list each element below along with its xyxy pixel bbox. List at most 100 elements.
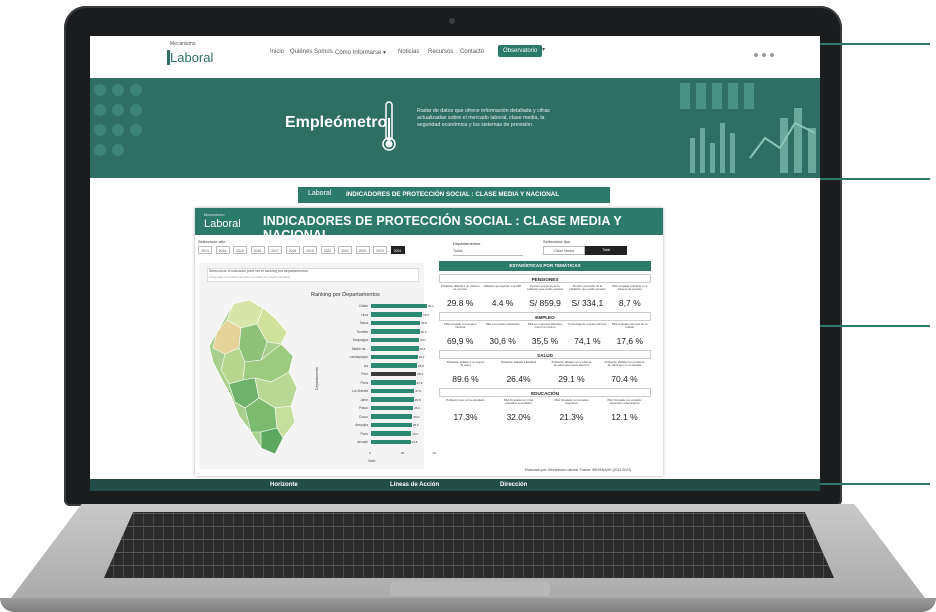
- thermometer-icon: [382, 101, 396, 151]
- bar-puno[interactable]: [371, 431, 412, 436]
- social-icon-3[interactable]: [770, 53, 774, 57]
- bar-cusco[interactable]: [371, 414, 413, 419]
- nav-item-recursos[interactable]: Recursos: [428, 49, 453, 55]
- stat-description: PEA ocupada con empleo informal: [444, 322, 477, 330]
- nav-item-noticias[interactable]: Noticias: [398, 49, 419, 55]
- bar-lima[interactable]: [371, 312, 423, 317]
- section-pensiones[interactable]: PENSIONES: [439, 274, 651, 283]
- bar-ancash[interactable]: [371, 439, 411, 444]
- observatorio-button[interactable]: Observatorio: [498, 45, 543, 57]
- bar-value: 27.2: [415, 389, 422, 393]
- dashboard-title: INDICADORES DE PROTECCIÓN SOCIAL : CLASE…: [263, 214, 622, 242]
- footer-direccion[interactable]: Dirección: [500, 482, 527, 488]
- x-tick-40: 40: [432, 450, 437, 455]
- y-axis-label: Departamento: [315, 367, 319, 390]
- bar-value: 26.4: [414, 406, 420, 410]
- bar-callao[interactable]: [371, 303, 427, 308]
- nav-item-quienes-somos[interactable]: Quiénes Somos: [290, 49, 333, 55]
- peru-map[interactable]: [205, 298, 305, 458]
- chevron-down-icon[interactable]: ▾: [542, 46, 545, 53]
- year-button-2020[interactable]: 2020: [320, 246, 335, 254]
- year-button-2014[interactable]: 2014: [215, 246, 230, 254]
- stat-value: 29.8 %: [446, 298, 474, 308]
- year-button-2021[interactable]: 2021: [338, 246, 352, 254]
- bar-value: 30.8: [421, 321, 427, 325]
- stat-value: 26.4%: [506, 374, 531, 384]
- stat-description: PEA con ingresos laborales menor al míni…: [527, 322, 563, 330]
- footer-horizonte[interactable]: Horizonte: [270, 482, 298, 488]
- bar-label-ancash: Ancash: [357, 440, 368, 444]
- nav-item-contacto[interactable]: Contacto: [460, 49, 484, 55]
- laptop-base-edge: [0, 598, 936, 612]
- stat-description: Población afiliada a un sistema de pensi…: [440, 284, 480, 292]
- type-option-clase-media[interactable]: Clase Media: [543, 246, 585, 255]
- bar-lambayeque[interactable]: [371, 354, 418, 359]
- stat-description: PEA Ocupada con estudios superiores: [554, 398, 589, 406]
- bar-label-moquegua: Moquegua: [352, 338, 368, 342]
- camera-icon: [449, 18, 455, 24]
- stat-description: Población afiliada a EsSalud: [500, 360, 537, 364]
- banner-logo: Laboral: [308, 190, 332, 197]
- year-button-2023[interactable]: 2023: [373, 246, 387, 254]
- bar-piura[interactable]: [371, 380, 416, 385]
- department-label: Departamentos: [453, 241, 481, 246]
- bar-moquegua[interactable]: [371, 337, 420, 342]
- year-button-2015[interactable]: 2015: [233, 246, 247, 254]
- year-button-2017[interactable]: 2017: [268, 246, 282, 254]
- stat-value: S/ 334,1: [571, 298, 604, 308]
- stat-description: PEA Ocupada con estudios superiores univ…: [607, 398, 642, 406]
- nav-item-inicio[interactable]: Inicio: [270, 49, 284, 55]
- stat-description: PEA Ocupada con nivel educativo secundar…: [503, 398, 534, 406]
- year-button-2016[interactable]: 2016: [250, 246, 265, 254]
- section-salud[interactable]: SALUD: [439, 350, 651, 359]
- type-option-total[interactable]: Total: [585, 246, 627, 255]
- site-logo[interactable]: Laboral: [170, 50, 213, 65]
- year-button-2018[interactable]: 2018: [285, 246, 300, 254]
- stat-value: 35,5 %: [531, 336, 559, 346]
- stat-value: 12.1 %: [611, 412, 638, 422]
- year-button-2022[interactable]: 2022: [355, 246, 370, 254]
- social-icon-2[interactable]: [762, 53, 766, 57]
- nav-item-como-informarse[interactable]: Cómo Informarse ▾: [335, 49, 386, 56]
- dashboard-logo: Laboral: [204, 218, 241, 230]
- footer-lineas-de-accion[interactable]: Líneas de Acción: [390, 482, 439, 488]
- bar-label-lima: Lima: [361, 312, 368, 317]
- source-footnote: Elaborado por: Mecanismo Laboral. Fuente…: [525, 468, 633, 472]
- bar-value: 28.8: [417, 363, 424, 368]
- dashboard: Mecanismo Laboral INDICADORES DE PROTECC…: [195, 208, 663, 476]
- year-button-2019[interactable]: 2019: [303, 246, 317, 254]
- bar-ica[interactable]: [371, 363, 417, 368]
- stat-description: Población afiliada con problema de salud…: [604, 360, 645, 368]
- stat-description: PEA con empleo adecuado: [485, 322, 520, 326]
- bar-label-tacna: Tacna: [359, 321, 368, 325]
- stat-value: 89.6 %: [452, 374, 479, 384]
- bar-madre-de-[interactable]: [371, 346, 419, 351]
- bar-pasco[interactable]: [371, 405, 414, 410]
- bar-label-tumbes: Tumbes: [356, 329, 368, 334]
- bar-per-[interactable]: [371, 371, 417, 376]
- bar-value: 29.8: [419, 346, 426, 351]
- bar-arequipa[interactable]: [371, 422, 412, 427]
- bar-value: 25.6: [412, 423, 419, 427]
- bar-value: 30.2: [420, 338, 426, 342]
- social-icon-1[interactable]: [754, 53, 758, 57]
- department-select[interactable]: Todos: [453, 247, 523, 256]
- stat-value: S/ 859,9: [529, 298, 561, 308]
- year-label: Seleccione año: [198, 239, 226, 244]
- bar-label-callao: Callao: [358, 304, 368, 308]
- stat-value: 70.4 %: [611, 374, 638, 384]
- bar-la-libertad[interactable]: [371, 388, 415, 393]
- year-button-2013[interactable]: 2013: [198, 246, 212, 254]
- bar-label-cusco: Cusco: [358, 414, 368, 419]
- section-educaci-n[interactable]: EDUCACIÓN: [439, 388, 651, 397]
- indicator-select-value: Porcentaje de la PEA ocupada con años de…: [209, 275, 291, 279]
- ranking-title: Ranking por Departamentos: [311, 292, 380, 298]
- bar-value: 25.2: [412, 431, 419, 436]
- bar-jun-n[interactable]: [371, 397, 414, 402]
- bar-tacna[interactable]: [371, 320, 421, 325]
- stat-description: PEA ocupada con más de un trabajo: [611, 322, 648, 330]
- bar-tumbes[interactable]: [371, 329, 420, 334]
- stat-value: 29.1 %: [558, 374, 585, 384]
- year-button-2024[interactable]: 2024: [390, 246, 405, 254]
- section-empleo[interactable]: EMPLEO: [439, 312, 651, 321]
